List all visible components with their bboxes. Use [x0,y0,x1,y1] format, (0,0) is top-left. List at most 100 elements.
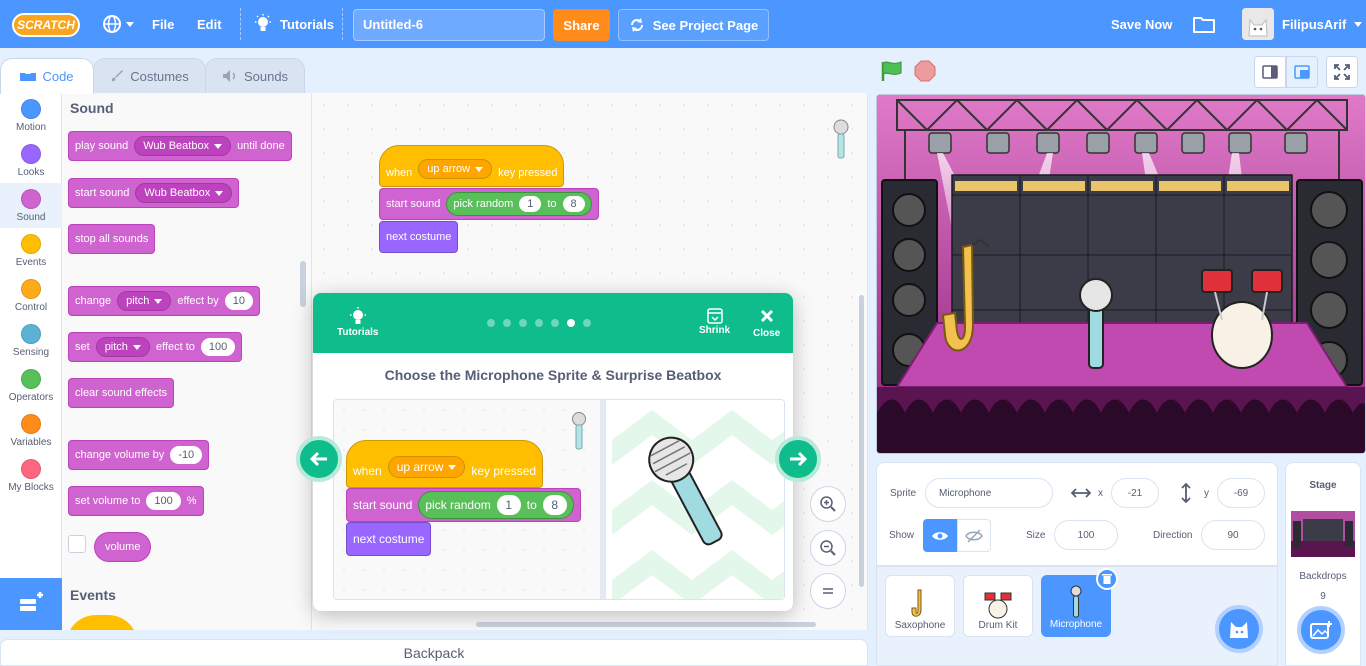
category-variables[interactable]: Variables [0,408,62,453]
green-flag-icon[interactable] [880,60,904,82]
refresh-icon [630,18,643,32]
next-costume-block[interactable]: next costume [379,221,459,253]
sprite-card-drum-kit[interactable]: Drum Kit [963,575,1033,637]
zoom-in-button[interactable] [810,486,846,522]
number-input[interactable]: -10 [170,446,203,464]
previous-step-button[interactable] [296,436,342,482]
avatar[interactable] [1242,8,1274,40]
number-input[interactable]: 1 [519,196,542,212]
y-input[interactable]: -69 [1217,478,1265,508]
see-project-page-button[interactable]: See Project Page [618,9,769,41]
set-volume-block[interactable]: set volume to 100 % [68,486,204,516]
play-sound-until-done-block[interactable]: play sound Wub Beatbox until done [68,131,292,161]
stop-icon[interactable] [914,60,936,82]
step-dot[interactable] [567,319,575,327]
block-text: key pressed [498,167,558,179]
backpack[interactable]: Backpack [0,639,868,666]
category-sound[interactable]: Sound [0,183,62,228]
event-hat-block-partial[interactable] [66,615,138,630]
delete-sprite-button[interactable] [1096,568,1118,590]
step-dot[interactable] [583,319,591,327]
direction-input[interactable]: 90 [1201,520,1265,550]
start-sound-block[interactable]: start sound Wub Beatbox [68,178,240,208]
add-extension-button[interactable] [0,578,62,630]
save-now-button[interactable]: Save Now [1111,0,1172,48]
file-menu[interactable]: File [152,0,174,48]
my-stuff-button[interactable] [1193,0,1215,48]
tutorials-button[interactable]: Tutorials [254,0,334,48]
effect-dropdown[interactable]: pitch [117,291,172,311]
show-sprite-button[interactable] [923,519,957,552]
category-my-blocks[interactable]: My Blocks [0,453,62,498]
number-input[interactable]: 10 [224,292,253,310]
x-input[interactable]: -21 [1111,478,1159,508]
volume-monitor-checkbox[interactable] [68,535,86,553]
category-motion[interactable]: Motion [0,93,62,138]
number-input[interactable]: 8 [562,196,585,212]
shrink-button[interactable]: Shrink [699,307,730,336]
tutorials-library-button[interactable]: Tutorials [337,307,378,338]
sprite-label: Sprite [890,488,917,499]
stage-canvas[interactable] [876,94,1366,454]
category-events[interactable]: Events [0,228,62,273]
volume-reporter-block[interactable]: volume [94,532,152,562]
tab-sounds[interactable]: Sounds [205,58,305,94]
category-label: My Blocks [8,482,54,493]
step-dot[interactable] [551,319,559,327]
key-dropdown[interactable]: up arrow [418,159,493,179]
category-looks[interactable]: Looks [0,138,62,183]
vertical-scrollbar[interactable] [859,295,864,587]
choose-backdrop-button[interactable] [1297,606,1345,654]
palette-scrollbar[interactable] [300,261,306,307]
small-stage-button[interactable] [1254,56,1286,88]
next-step-button[interactable] [775,436,821,482]
choose-sprite-button[interactable] [1215,605,1263,653]
hide-sprite-button[interactable] [957,519,991,552]
close-button[interactable]: Close [753,309,780,339]
share-button[interactable]: Share [553,9,610,41]
block-text: effect by [177,295,219,307]
step-dot[interactable] [487,319,495,327]
category-label: Control [14,302,48,313]
edit-menu[interactable]: Edit [197,0,222,48]
size-input[interactable]: 100 [1054,520,1118,550]
fullscreen-button[interactable] [1326,56,1358,88]
x-position-icon [1071,488,1091,498]
category-sensing[interactable]: Sensing [0,318,62,363]
step-dot[interactable] [519,319,527,327]
stage-controls [876,50,1366,92]
step-dot[interactable] [535,319,543,327]
sprite-card-saxophone[interactable]: Saxophone [885,575,955,637]
effect-dropdown[interactable]: pitch [95,337,150,357]
change-volume-block[interactable]: change volume by -10 [68,440,210,470]
scratch-logo[interactable]: SCRATCH [12,13,80,37]
category-control[interactable]: Control [0,273,62,318]
tab-costumes[interactable]: Costumes [93,58,206,94]
stop-all-sounds-block[interactable]: stop all sounds [68,224,156,254]
language-menu[interactable] [102,0,134,48]
number-input[interactable]: 100 [200,338,236,356]
start-sound-block[interactable]: start sound pick random 1 to 8 [379,188,599,220]
category-operators[interactable]: Operators [0,363,62,408]
sound-dropdown[interactable]: Wub Beatbox [134,136,232,156]
change-effect-block[interactable]: change pitch effect by 10 [68,286,260,316]
stage-selector[interactable]: Stage Backdrops 9 [1285,462,1361,666]
category-menu: Motion Looks Sound Events Control Sensing Oper… [0,93,62,578]
clear-sound-effects-block[interactable]: clear sound effects [68,378,175,408]
zoom-reset-button[interactable] [810,573,846,609]
close-label: Close [753,328,781,339]
horizontal-scrollbar[interactable] [476,622,816,627]
step-dot[interactable] [503,319,511,327]
number-input[interactable]: 100 [146,492,181,510]
when-key-pressed-block[interactable]: when up arrow key pressed [379,145,565,187]
project-title-input[interactable]: Untitled-6 [353,9,545,41]
pick-random-block[interactable]: pick random 1 to 8 [446,192,592,216]
eye-icon [932,531,948,540]
large-stage-button[interactable] [1286,56,1318,88]
set-effect-block[interactable]: set pitch effect to 100 [68,332,243,362]
zoom-out-button[interactable] [810,530,846,566]
sound-dropdown[interactable]: Wub Beatbox [135,183,233,203]
account-menu[interactable]: FilipusArif [1282,0,1363,48]
sprite-name-input[interactable]: Microphone [925,478,1053,508]
tab-code[interactable]: Code [0,58,94,94]
